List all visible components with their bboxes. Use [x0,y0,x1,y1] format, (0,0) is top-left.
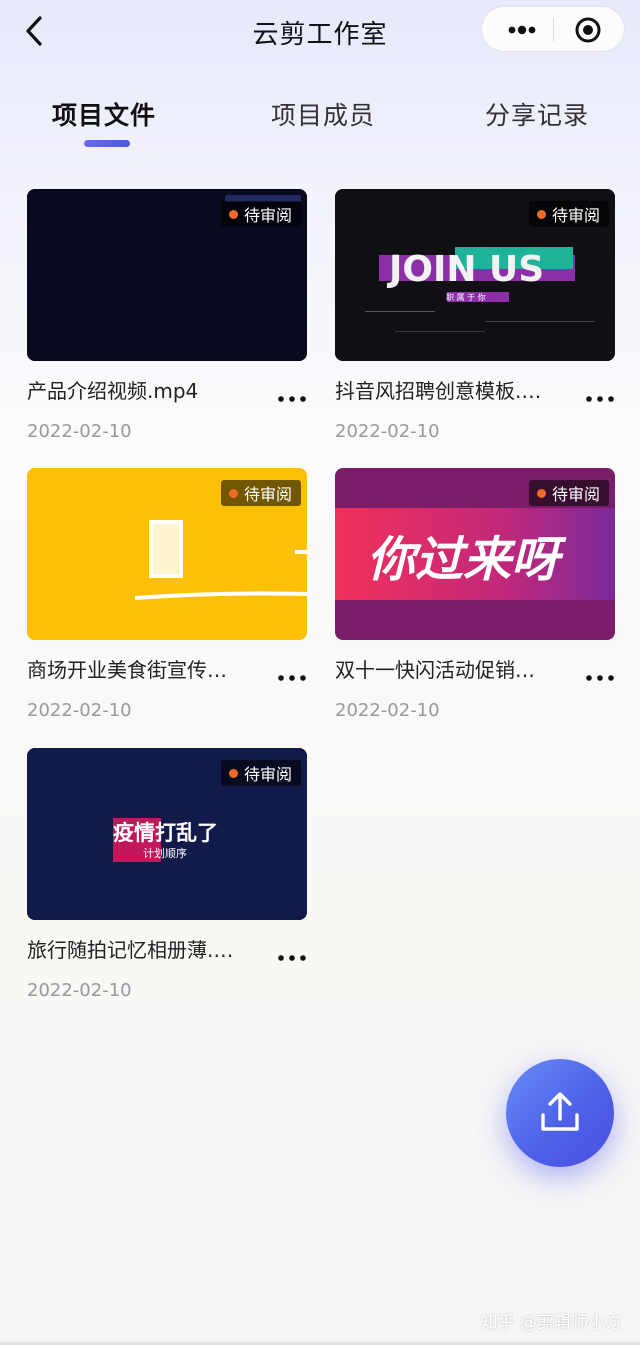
more-button[interactable] [500,13,544,47]
more-dots-icon [278,955,306,961]
file-card: 疫情打乱了 计划顺序 待审阅 旅行随拍记忆相册薄.… 2022-02-10 [27,748,307,1008]
file-more-button[interactable] [277,668,307,688]
upload-button[interactable] [506,1059,614,1167]
file-thumbnail[interactable]: 待审阅 [27,468,307,640]
file-date: 2022-02-10 [27,980,132,1001]
more-dots-icon [586,675,614,681]
status-badge: 待审阅 [528,480,609,506]
status-dot [228,209,238,219]
status-dot [536,488,546,498]
file-thumbnail[interactable]: 疫情打乱了 计划顺序 待审阅 [27,748,307,920]
file-name: 旅行随拍记忆相册薄.… [27,938,234,962]
file-card: JOIN US 职 属 于 你 待审阅 抖音风招聘创意模板.… 2022-02-… [335,189,615,449]
file-card: 待审阅 产品介绍视频.mp4 2022-02-10 [27,189,307,449]
file-more-button[interactable] [585,389,615,409]
tab-project-files[interactable]: 项目文件 [52,96,156,132]
capsule-divider [553,18,554,42]
file-thumbnail[interactable]: 你过来呀 待审阅 [335,468,615,640]
file-name: 商场开业美食街宣传… [27,658,227,682]
status-dot [228,488,238,498]
nav-bar: 云剪工作室 [0,0,640,62]
file-card: 你过来呀 待审阅 双十一快闪活动促销… 2022-02-10 [335,468,615,728]
file-card: 待审阅 商场开业美食街宣传… 2022-02-10 [27,468,307,728]
status-badge: 待审阅 [220,201,301,227]
file-more-button[interactable] [277,389,307,409]
tab-bar: 项目文件 项目成员 分享记录 [0,96,640,156]
file-name: 抖音风招聘创意模板.… [335,379,542,403]
target-circle-icon [575,17,601,43]
svg-text:JOIN US: JOIN US [386,249,544,290]
more-dots-icon [278,675,306,681]
file-date: 2022-02-10 [27,421,132,442]
file-thumbnail[interactable]: 待审阅 [27,189,307,361]
svg-text:疫情打乱了: 疫情打乱了 [113,821,218,845]
file-more-button[interactable] [585,668,615,688]
file-thumbnail[interactable]: JOIN US 职 属 于 你 待审阅 [335,189,615,361]
file-name: 双十一快闪活动促销… [335,658,535,682]
tab-project-members[interactable]: 项目成员 [271,96,375,132]
more-dots-icon [278,396,306,402]
status-dot [228,768,238,778]
file-more-button[interactable] [277,948,307,968]
more-dots-icon [586,396,614,402]
status-badge: 待审阅 [220,480,301,506]
close-miniprogram-button[interactable] [574,16,602,44]
file-name: 产品介绍视频.mp4 [27,379,199,403]
active-tab-indicator [84,140,130,147]
file-date: 2022-02-10 [335,700,440,721]
svg-text:计划顺序: 计划顺序 [143,846,187,860]
status-badge: 待审阅 [528,201,609,227]
upload-icon [541,1092,579,1131]
mini-program-capsule [481,6,625,52]
more-horizontal-icon [508,25,536,35]
status-badge: 待审阅 [220,760,301,786]
tab-share-records[interactable]: 分享记录 [485,96,589,132]
watermark: 知乎 @剪辑师小方 [480,1313,622,1333]
file-date: 2022-02-10 [27,700,132,721]
file-date: 2022-02-10 [335,421,440,442]
svg-text:你过来呀: 你过来呀 [367,532,567,588]
status-dot [536,209,546,219]
svg-text:职 属 于 你: 职 属 于 你 [446,292,486,302]
